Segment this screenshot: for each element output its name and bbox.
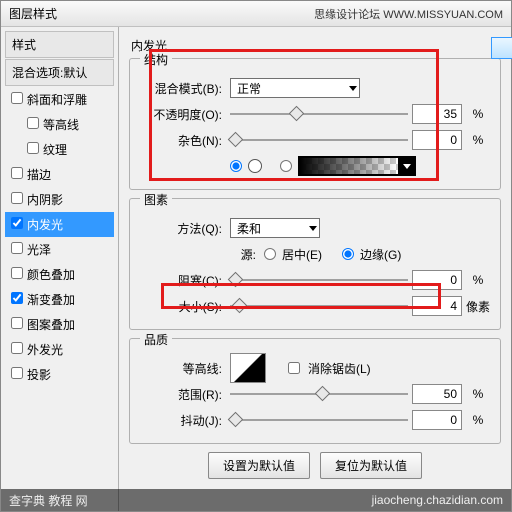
size-label: 大小(S):: [140, 298, 226, 315]
group-quality-legend: 品质: [140, 331, 172, 348]
percent-unit: %: [466, 107, 490, 121]
sidebar-item-8[interactable]: 渐变叠加: [5, 287, 114, 312]
sidebar-item-label: 渐变叠加: [27, 293, 75, 307]
sidebar-checkbox[interactable]: [11, 92, 23, 104]
make-default-button[interactable]: 设置为默认值: [208, 452, 310, 479]
opacity-label: 不透明度(O):: [140, 106, 226, 123]
sidebar-item-label: 图案叠加: [27, 318, 75, 332]
reset-default-button[interactable]: 复位为默认值: [320, 452, 422, 479]
panel-title: 内发光: [131, 37, 501, 54]
sidebar-head-styles[interactable]: 样式: [5, 31, 114, 58]
titlebar: 图层样式 思缘设计论坛 WWW.MISSYUAN.COM: [1, 1, 511, 27]
jitter-label: 抖动(J):: [140, 412, 226, 429]
contour-picker[interactable]: [230, 353, 266, 383]
choke-label: 阻塞(C):: [140, 272, 226, 289]
noise-input[interactable]: 0: [412, 130, 462, 150]
sidebar-item-label: 外发光: [27, 343, 63, 357]
main-panel: 内发光 结构 混合模式(B): 正常 不透明度(O): 35 % 杂色(N):: [119, 27, 511, 511]
jitter-slider[interactable]: [230, 410, 408, 430]
contour-label: 等高线:: [140, 360, 226, 377]
sidebar-item-label: 描边: [27, 168, 51, 182]
ok-button[interactable]: [491, 37, 512, 59]
sidebar-checkbox[interactable]: [27, 142, 39, 154]
sidebar-item-label: 投影: [27, 368, 51, 382]
size-slider[interactable]: [230, 296, 408, 316]
style-sidebar: 样式 混合选项:默认 斜面和浮雕等高线纹理描边内阴影内发光光泽颜色叠加渐变叠加图…: [1, 27, 119, 511]
group-elements: 图素 方法(Q): 柔和 源: 居中(E) 边缘(G) 阻塞(C):: [129, 198, 501, 330]
size-input[interactable]: 4: [412, 296, 462, 316]
sidebar-item-0[interactable]: 斜面和浮雕: [5, 87, 114, 112]
source-edge-label: 边缘(G): [360, 246, 401, 263]
noise-label: 杂色(N):: [140, 132, 226, 149]
blend-mode-dropdown[interactable]: 正常: [230, 78, 360, 98]
sidebar-checkbox[interactable]: [11, 317, 23, 329]
sidebar-item-2[interactable]: 纹理: [5, 137, 114, 162]
px-unit: 像素: [466, 298, 490, 315]
range-label: 范围(R):: [140, 386, 226, 403]
antialias-label: 消除锯齿(L): [308, 360, 371, 377]
method-dropdown[interactable]: 柔和: [230, 218, 320, 238]
gradient-picker[interactable]: [298, 156, 416, 176]
chevron-down-icon: [309, 226, 317, 231]
source-center-label: 居中(E): [282, 246, 322, 263]
sidebar-item-1[interactable]: 等高线: [5, 112, 114, 137]
sidebar-checkbox[interactable]: [11, 217, 23, 229]
header-brand: 思缘设计论坛 WWW.MISSYUAN.COM: [314, 6, 503, 22]
group-structure-legend: 结构: [140, 51, 172, 68]
color-solid-radio[interactable]: [230, 160, 242, 172]
antialias-checkbox[interactable]: [288, 362, 300, 374]
chevron-down-icon: [403, 164, 411, 169]
range-input[interactable]: 50: [412, 384, 462, 404]
sidebar-item-9[interactable]: 图案叠加: [5, 312, 114, 337]
color-swatch[interactable]: [248, 159, 262, 173]
color-gradient-radio[interactable]: [280, 160, 292, 172]
sidebar-item-3[interactable]: 描边: [5, 162, 114, 187]
group-quality: 品质 等高线: 消除锯齿(L) 范围(R): 50 % 抖动(J):: [129, 338, 501, 444]
choke-slider[interactable]: [230, 270, 408, 290]
chevron-down-icon: [349, 86, 357, 91]
sidebar-checkbox[interactable]: [27, 117, 39, 129]
window-title: 图层样式: [9, 5, 57, 22]
sidebar-item-label: 内阴影: [27, 193, 63, 207]
source-center-radio[interactable]: [264, 248, 276, 260]
sidebar-checkbox[interactable]: [11, 192, 23, 204]
group-elements-legend: 图素: [140, 191, 172, 208]
group-structure: 结构 混合模式(B): 正常 不透明度(O): 35 % 杂色(N): 0: [129, 58, 501, 190]
opacity-slider[interactable]: [230, 104, 408, 124]
sidebar-item-label: 等高线: [43, 118, 79, 132]
sidebar-item-6[interactable]: 光泽: [5, 237, 114, 262]
noise-slider[interactable]: [230, 130, 408, 150]
source-edge-radio[interactable]: [342, 248, 354, 260]
sidebar-item-label: 斜面和浮雕: [27, 93, 87, 107]
sidebar-checkbox[interactable]: [11, 167, 23, 179]
sidebar-checkbox[interactable]: [11, 292, 23, 304]
sidebar-item-11[interactable]: 投影: [5, 362, 114, 387]
sidebar-item-5[interactable]: 内发光: [5, 212, 114, 237]
jitter-input[interactable]: 0: [412, 410, 462, 430]
range-slider[interactable]: [230, 384, 408, 404]
sidebar-item-label: 内发光: [27, 218, 63, 232]
sidebar-item-label: 纹理: [43, 143, 67, 157]
sidebar-item-7[interactable]: 颜色叠加: [5, 262, 114, 287]
sidebar-head-blend[interactable]: 混合选项:默认: [5, 59, 114, 86]
sidebar-checkbox[interactable]: [11, 242, 23, 254]
sidebar-item-4[interactable]: 内阴影: [5, 187, 114, 212]
source-label: 源:: [140, 246, 260, 263]
sidebar-item-10[interactable]: 外发光: [5, 337, 114, 362]
sidebar-checkbox[interactable]: [11, 267, 23, 279]
opacity-input[interactable]: 35: [412, 104, 462, 124]
sidebar-item-label: 光泽: [27, 243, 51, 257]
blend-mode-label: 混合模式(B):: [140, 80, 226, 97]
method-label: 方法(Q):: [140, 220, 226, 237]
sidebar-checkbox[interactable]: [11, 342, 23, 354]
sidebar-item-label: 颜色叠加: [27, 268, 75, 282]
watermark: 查字典 教程 网 jiaocheng.chazidian.com: [1, 489, 511, 511]
sidebar-checkbox[interactable]: [11, 367, 23, 379]
choke-input[interactable]: 0: [412, 270, 462, 290]
